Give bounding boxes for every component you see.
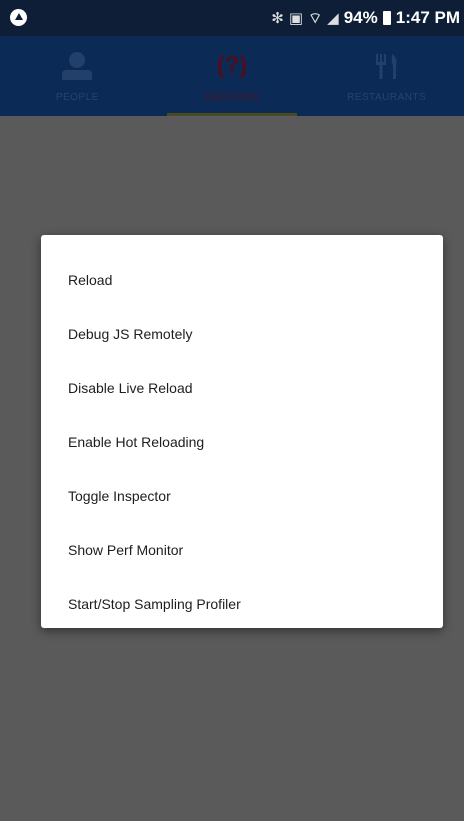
status-indicators: ✻ ▣ ⌔ ◢ 94% 1:47 PM xyxy=(271,8,460,28)
bluetooth-icon: ✻ xyxy=(271,10,284,27)
tab-restaurants-label: RESTAURANTS xyxy=(347,92,427,103)
battery-icon xyxy=(382,11,391,25)
tab-bar: PEOPLE (?) DECISION RESTAURANTS xyxy=(0,36,464,116)
clock: 1:47 PM xyxy=(395,8,460,27)
menu-item-reload[interactable]: Reload xyxy=(41,253,443,307)
menu-item-toggle-inspector[interactable]: Toggle Inspector xyxy=(41,469,443,523)
nfc-icon: ▣ xyxy=(288,10,304,27)
signal-icon: ◢ xyxy=(327,10,339,27)
tab-restaurants[interactable]: RESTAURANTS xyxy=(309,36,464,116)
tab-people-label: PEOPLE xyxy=(55,92,99,103)
battery-percent: 94% xyxy=(343,8,378,27)
tab-decision[interactable]: (?) DECISION xyxy=(155,36,310,116)
wifi-icon: ⌔ xyxy=(308,9,323,27)
menu-item-show-perf-monitor[interactable]: Show Perf Monitor xyxy=(41,523,443,577)
tab-decision-label: DECISION xyxy=(205,92,259,103)
person-icon xyxy=(62,52,93,80)
menu-item-sampling-profiler[interactable]: Start/Stop Sampling Profiler xyxy=(41,577,443,631)
menu-item-disable-live-reload[interactable]: Disable Live Reload xyxy=(41,361,443,415)
tab-people[interactable]: PEOPLE xyxy=(0,36,155,116)
menu-item-enable-hot-reloading[interactable]: Enable Hot Reloading xyxy=(41,415,443,469)
question-icon: (?) xyxy=(216,52,248,79)
status-bar: ✻ ▣ ⌔ ◢ 94% 1:47 PM xyxy=(0,0,464,36)
app-notification-icon xyxy=(10,9,27,26)
dev-menu-dialog: Reload Debug JS Remotely Disable Live Re… xyxy=(41,235,443,628)
app-screen: ✻ ▣ ⌔ ◢ 94% 1:47 PM PEOPLE (?) DECISION xyxy=(0,0,464,821)
fork-knife-icon xyxy=(372,52,402,80)
menu-item-debug-js-remotely[interactable]: Debug JS Remotely xyxy=(41,307,443,361)
active-tab-indicator xyxy=(166,113,298,116)
